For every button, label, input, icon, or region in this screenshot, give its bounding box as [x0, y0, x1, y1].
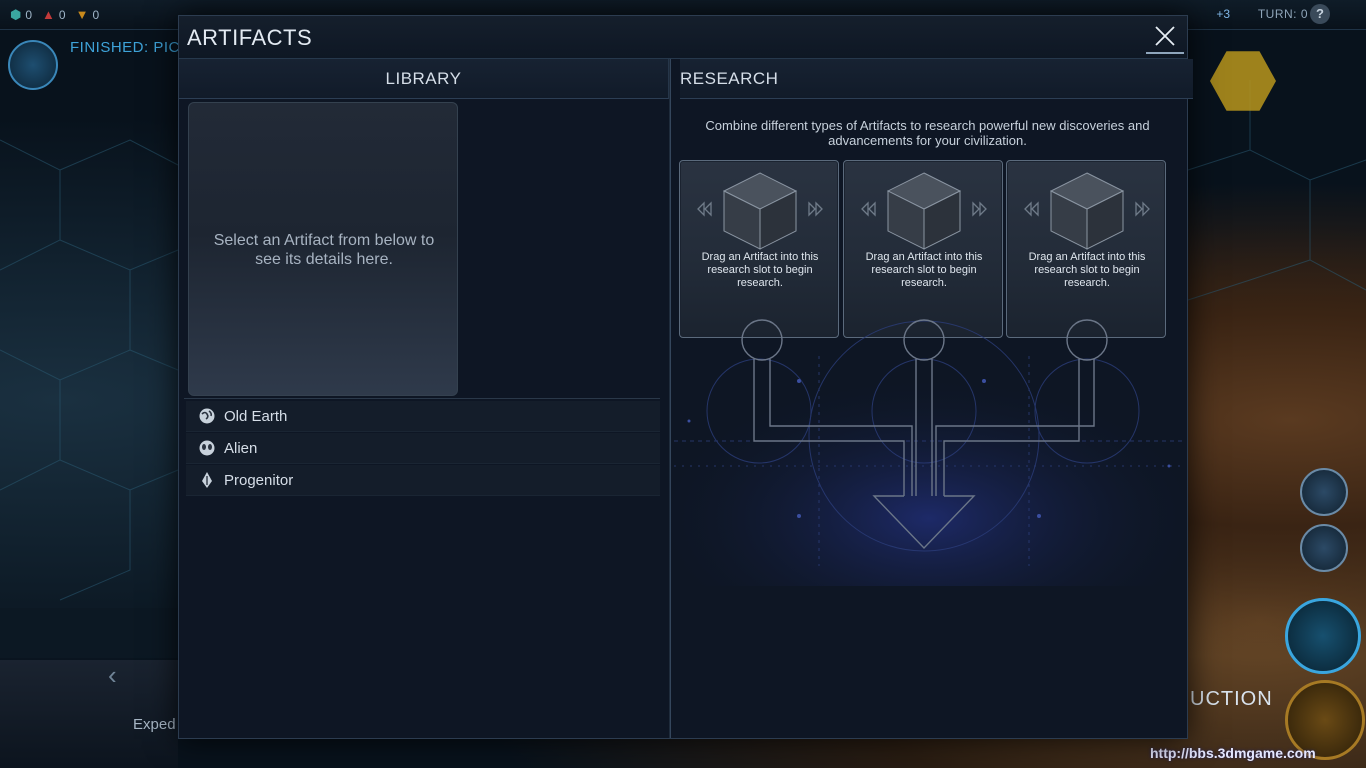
modal-title: ARTIFACTS — [187, 25, 313, 50]
globe-icon — [198, 407, 216, 425]
research-slot-2[interactable]: Drag an Artifact into this research slot… — [843, 160, 1003, 338]
category-alien[interactable]: Alien — [186, 433, 660, 464]
modal-header: ARTIFACTS — [179, 16, 1187, 59]
civilization-flag-icon[interactable] — [8, 40, 58, 90]
affinity-button[interactable] — [1300, 524, 1348, 572]
artifact-detail-card: Select an Artifact from below to see its… — [188, 102, 458, 396]
chevron-left-icon[interactable]: ‹ — [108, 660, 117, 691]
research-header: RESEARCH — [680, 59, 1193, 99]
resource-value: 0 — [25, 7, 33, 22]
resource-purity: ▲ 0 — [42, 7, 66, 22]
production-label: UCTION — [1190, 688, 1273, 710]
detail-placeholder-text: Select an Artifact from below to see its… — [213, 232, 435, 268]
category-old-earth[interactable]: Old Earth — [186, 401, 660, 432]
help-button[interactable]: ? — [1310, 4, 1330, 24]
category-label: Old Earth — [224, 407, 288, 425]
health-icon: ⬢ — [10, 6, 22, 22]
category-label: Progenitor — [224, 471, 294, 489]
research-rate: +3 — [1216, 7, 1230, 21]
slot-instruction: Drag an Artifact into this research slot… — [1028, 251, 1146, 289]
resource-value: 0 — [92, 7, 100, 22]
unit-action-bar — [0, 608, 178, 658]
slot-instruction: Drag an Artifact into this research slot… — [865, 251, 983, 289]
finished-notification[interactable]: FINISHED: PIC — [70, 39, 180, 56]
research-slot-3[interactable]: Drag an Artifact into this research slot… — [1006, 160, 1166, 338]
artifact-cube-icon — [697, 172, 823, 250]
progenitor-icon — [198, 471, 216, 489]
turn-counter: TURN: 0 — [1257, 7, 1308, 21]
research-flow-diagram — [669, 316, 1189, 586]
slot-instruction: Drag an Artifact into this research slot… — [701, 251, 819, 289]
artifact-category-list: Old Earth Alien Progenitor — [186, 401, 660, 497]
watermark: http://bbs.3dmgame.com — [1150, 745, 1316, 761]
research-flask-button[interactable] — [1285, 598, 1361, 674]
resource-supremacy: ▼ 0 — [76, 7, 100, 22]
library-divider — [184, 398, 660, 399]
category-label: Alien — [224, 439, 258, 457]
research-description: Combine different types of Artifacts to … — [705, 118, 1150, 148]
research-slot-1[interactable]: Drag an Artifact into this research slot… — [679, 160, 839, 338]
artifact-cube-icon — [861, 172, 987, 250]
expedition-label: Exped — [133, 716, 176, 733]
close-button[interactable] — [1146, 20, 1184, 54]
affinity-purity-icon: ▲ — [42, 7, 55, 22]
artifacts-modal: ARTIFACTS LIBRARY RESEARCH Select an Art… — [178, 15, 1193, 739]
category-progenitor[interactable]: Progenitor — [186, 465, 660, 496]
close-icon — [1155, 26, 1175, 46]
resource-health: ⬢ 0 — [10, 7, 32, 23]
alien-icon — [198, 439, 216, 457]
artifact-cube-icon — [1024, 172, 1150, 250]
library-header: LIBRARY — [179, 59, 669, 99]
orbital-lens-button[interactable] — [1300, 468, 1348, 516]
unit-portrait-strip — [0, 660, 178, 768]
affinity-supremacy-icon: ▼ — [75, 7, 89, 22]
resource-value: 0 — [58, 7, 66, 22]
